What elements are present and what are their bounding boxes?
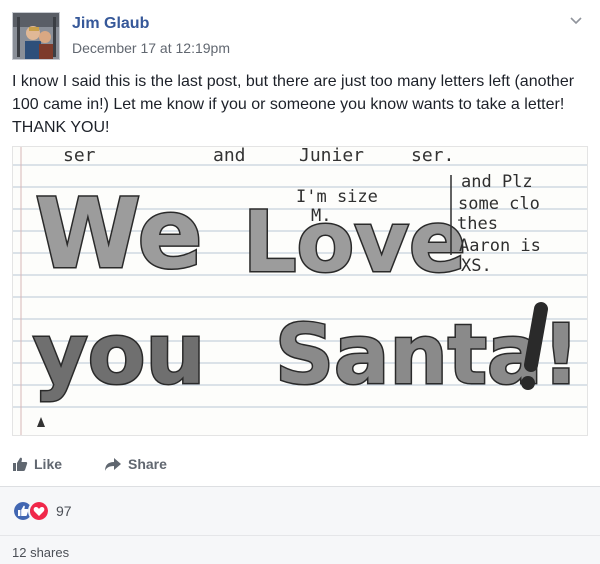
love-reaction-icon [28, 500, 50, 522]
like-label: Like [34, 456, 63, 472]
share-button[interactable]: Share [104, 456, 167, 472]
letter-note-m: M. [311, 206, 331, 226]
share-label: Share [128, 456, 167, 472]
author-avatar[interactable] [12, 12, 60, 60]
reactions-summary[interactable]: 97 [12, 500, 72, 522]
letter-top-word-3: Junier [299, 147, 364, 166]
letter-note-some: some clo [458, 194, 540, 214]
author-name[interactable]: Jim Glaub [72, 15, 149, 33]
letter-top-word-1: ser [63, 147, 96, 166]
post-actions: Like Share [12, 452, 588, 480]
share-arrow-icon [105, 458, 121, 471]
facebook-post: Jim Glaub December 17 at 12:19pm I know … [0, 0, 600, 564]
letter-note-plz: and Plz [461, 172, 533, 192]
post-footer [0, 487, 600, 564]
letter-top-word-2: and [213, 147, 246, 166]
post-header: Jim Glaub December 17 at 12:19pm [12, 12, 588, 62]
handwritten-letter-picture: ser and Junier ser. We Love you Santa! I… [13, 147, 587, 435]
letter-word-love: Love [243, 193, 466, 291]
shares-count[interactable]: 12 shares [12, 545, 69, 560]
post-timestamp[interactable]: December 17 at 12:19pm [72, 40, 230, 56]
letter-note-xs: XS. [461, 256, 492, 276]
divider [0, 535, 600, 536]
avatar-photo-icon [13, 13, 59, 59]
letter-image[interactable]: ser and Junier ser. We Love you Santa! I… [12, 146, 588, 436]
chevron-down-icon[interactable] [568, 12, 584, 28]
letter-word-you: you [33, 305, 205, 403]
reaction-count[interactable]: 97 [56, 503, 72, 519]
letter-note-size: I'm size [296, 187, 378, 207]
letter-top-word-4: ser. [411, 147, 454, 166]
post-text: I know I said this is the last post, but… [12, 73, 575, 136]
letter-word-we: We [35, 178, 203, 290]
thumbs-up-icon [13, 457, 28, 471]
letter-note-aaron: Aaron is [459, 236, 541, 256]
like-button[interactable]: Like [12, 456, 62, 472]
letter-note-thes: thes [457, 214, 498, 234]
